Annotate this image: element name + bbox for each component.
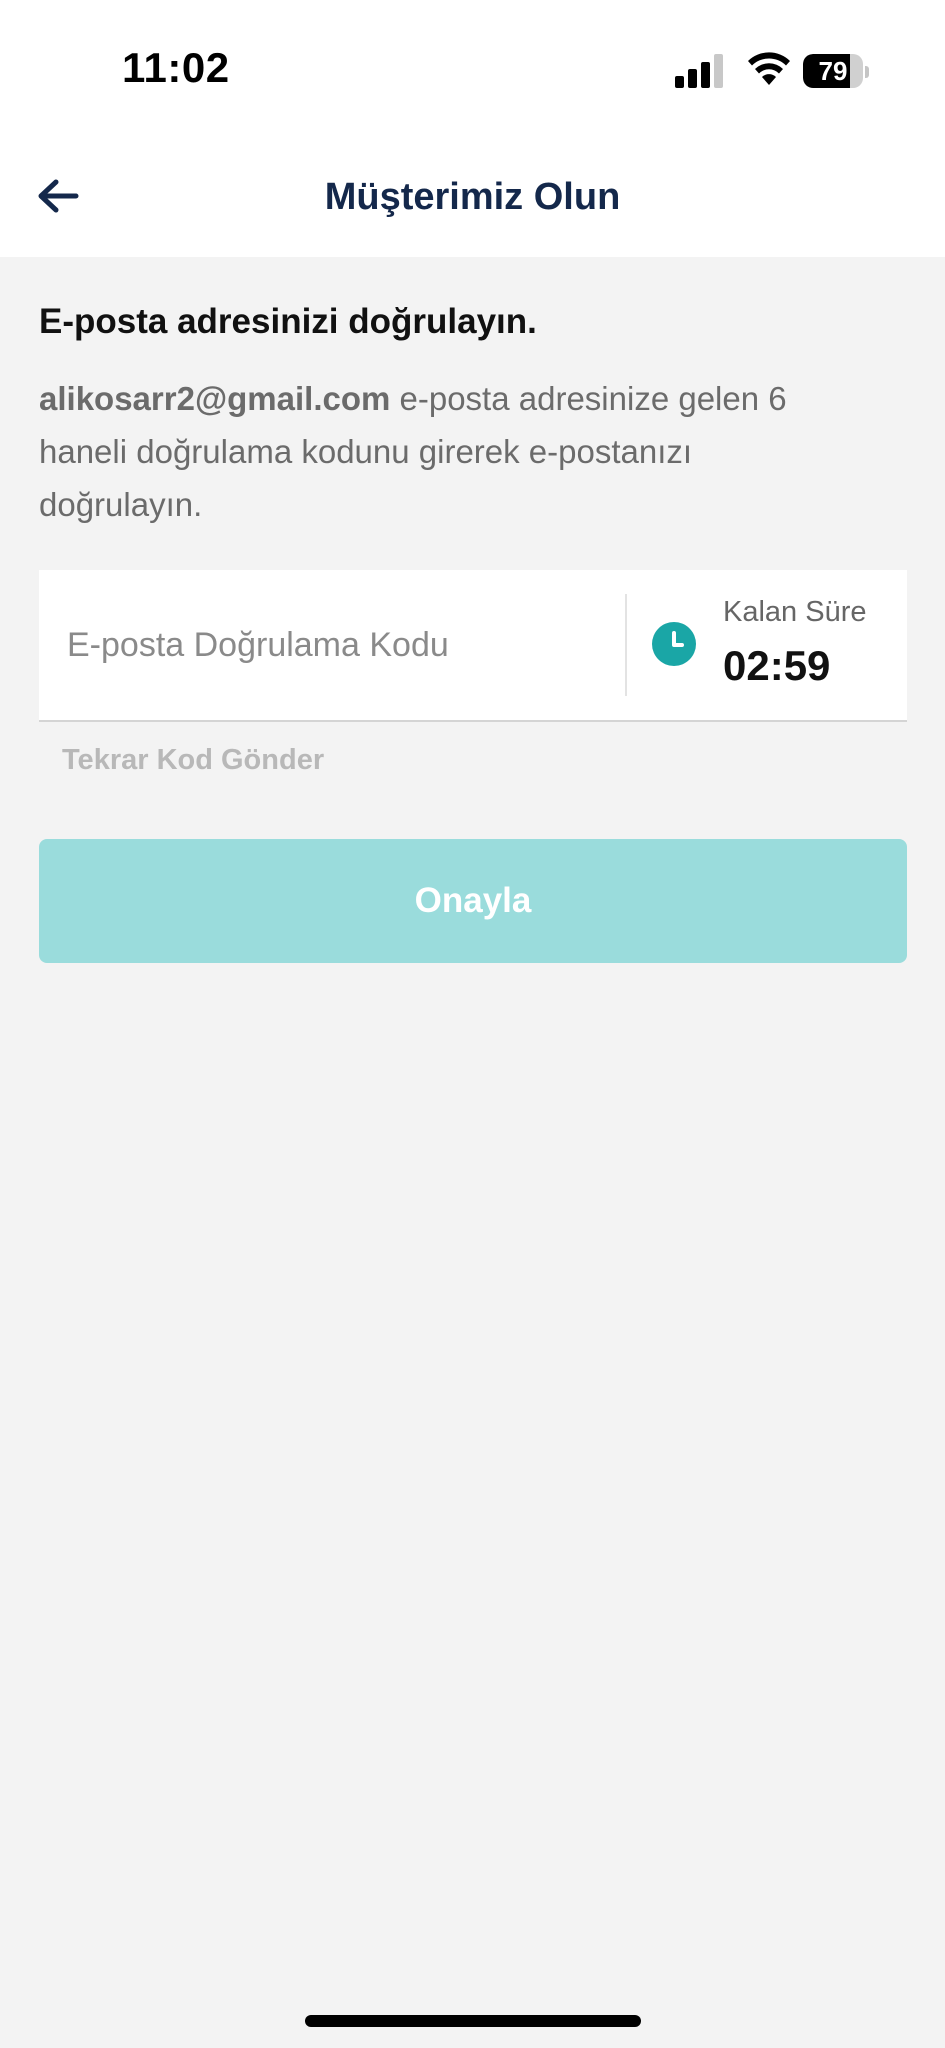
verification-heading: E-posta adresinizi doğrulayın.	[39, 302, 537, 341]
status-time: 11:02	[122, 44, 230, 91]
clock-icon	[652, 622, 696, 666]
wifi-icon	[748, 52, 790, 85]
signal-icon	[675, 54, 723, 88]
page-title: Müşterimiz Olun	[324, 176, 621, 218]
verification-description: alikosarr2@gmail.com e-posta adresinize …	[39, 372, 799, 531]
verification-code-input[interactable]	[39, 570, 625, 720]
field-divider	[625, 594, 627, 696]
status-bar: 11:02 79	[0, 0, 945, 140]
navigation-header: Müşterimiz Olun	[0, 140, 945, 257]
battery-icon: 79	[803, 54, 863, 88]
timer-value: 02:59	[723, 642, 831, 689]
home-indicator	[305, 2015, 641, 2027]
user-email: alikosarr2@gmail.com	[39, 380, 391, 417]
timer-label: Kalan Süre	[723, 596, 867, 628]
resend-code-link[interactable]: Tekrar Kod Gönder	[62, 744, 324, 777]
confirm-button[interactable]: Onayla	[39, 839, 907, 963]
status-icons: 79	[675, 48, 945, 92]
battery-cap	[865, 66, 869, 78]
verification-code-field: Kalan Süre 02:59	[39, 570, 907, 722]
battery-level: 79	[818, 56, 848, 86]
